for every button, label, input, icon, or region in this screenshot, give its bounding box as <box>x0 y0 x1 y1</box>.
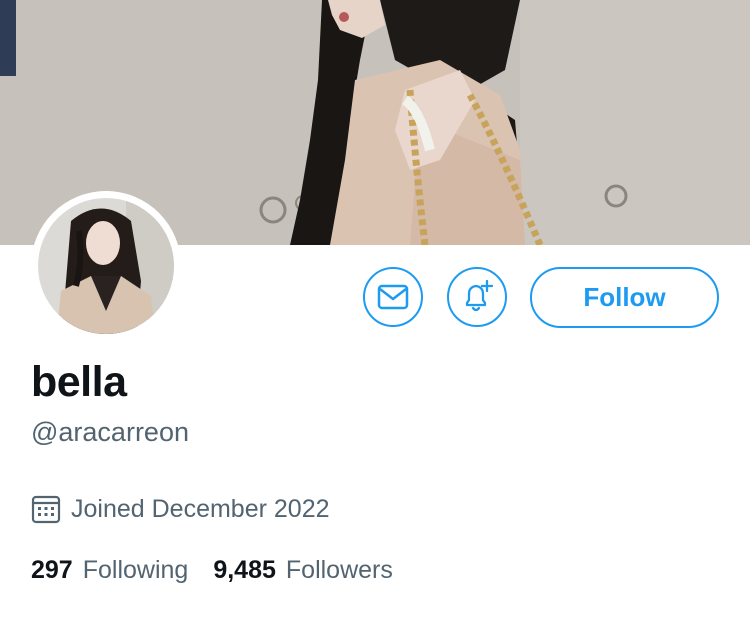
message-button[interactable] <box>363 267 423 327</box>
bell-plus-icon <box>465 279 494 312</box>
follow-stats: 297 Following 9,485 Followers <box>31 553 393 587</box>
avatar[interactable] <box>31 191 181 341</box>
display-name: bella <box>31 358 127 406</box>
followers-label: Followers <box>285 556 393 584</box>
following-link[interactable]: 297 Following <box>31 553 188 587</box>
following-count: 297 <box>31 556 73 584</box>
calendar-icon <box>31 494 61 524</box>
follow-button[interactable]: Follow <box>530 267 719 328</box>
followers-count: 9,485 <box>213 556 276 584</box>
join-date: Joined December 2022 <box>31 492 330 526</box>
notify-button[interactable] <box>447 267 507 327</box>
envelope-icon <box>377 284 409 310</box>
join-date-text: Joined December 2022 <box>71 495 330 523</box>
username-handle: @aracarreon <box>31 417 189 447</box>
followers-link[interactable]: 9,485 Followers <box>213 553 393 587</box>
profile-photo <box>31 191 181 341</box>
following-label: Following <box>82 556 189 584</box>
